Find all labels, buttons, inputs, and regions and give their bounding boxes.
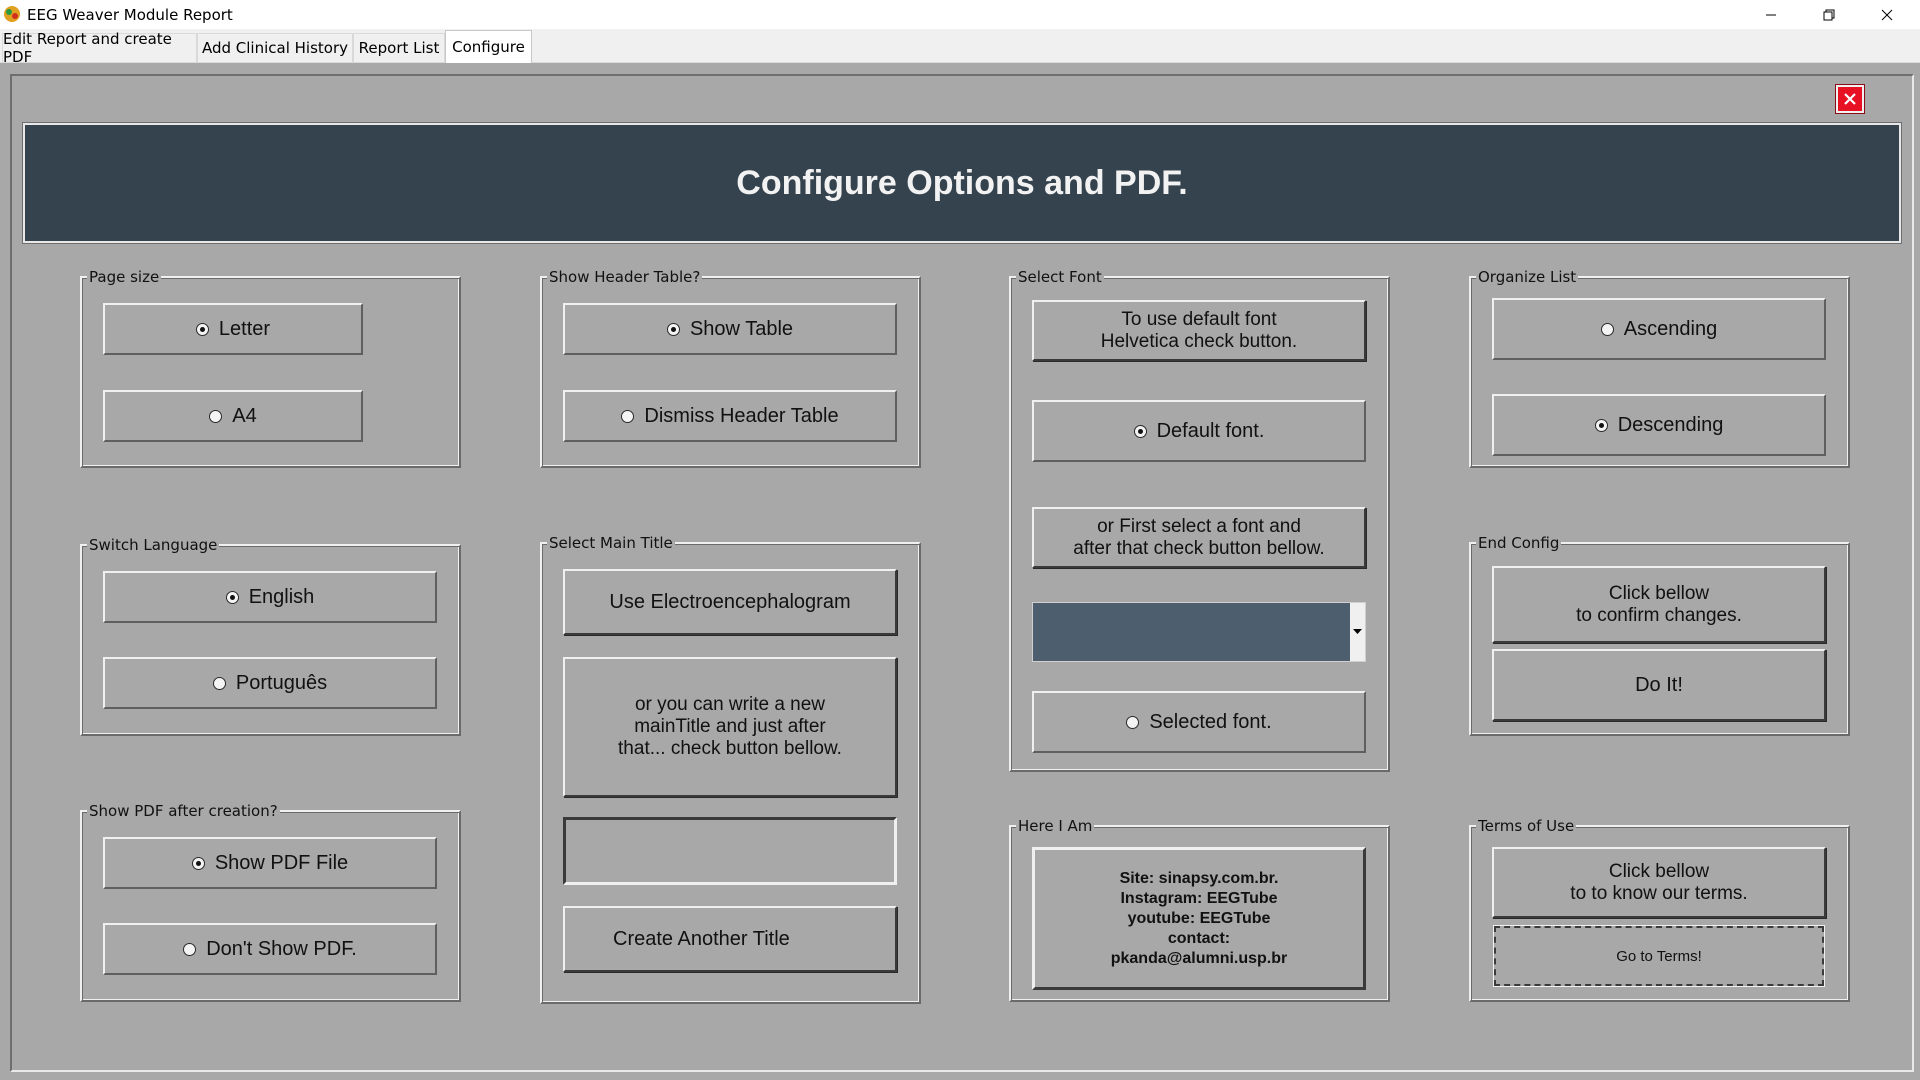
radio-label: Don't Show PDF. bbox=[206, 937, 357, 960]
use-electroencephalogram-button[interactable]: Use Electroencephalogram bbox=[563, 569, 897, 635]
group-label: Terms of Use bbox=[1476, 817, 1577, 835]
panel-close-button[interactable] bbox=[1835, 84, 1865, 114]
here-i-am-group: Here I Am Site: sinapsy.com.br. Instagra… bbox=[1009, 817, 1390, 1002]
page-size-group: Page size Letter A4 bbox=[80, 268, 461, 468]
radio-label: Dismiss Header Table bbox=[644, 404, 839, 427]
go-to-terms-button[interactable]: Go to Terms! bbox=[1493, 925, 1825, 987]
group-label: Organize List bbox=[1476, 268, 1579, 286]
tab-clinical-history[interactable]: Add Clinical History bbox=[197, 33, 353, 62]
radio-label: Português bbox=[235, 671, 328, 694]
radio-dismiss-header-table[interactable]: Dismiss Header Table bbox=[563, 390, 897, 442]
confirm-changes-info: Click bellow to confirm changes. bbox=[1492, 566, 1826, 643]
default-font-info: To use default font Helvetica check butt… bbox=[1032, 300, 1366, 361]
radio-indicator bbox=[1133, 424, 1147, 438]
terms-of-use-group: Terms of Use Click bellow to to know our… bbox=[1469, 817, 1850, 1002]
group-label: End Config bbox=[1476, 534, 1562, 552]
email-text: pkanda@alumni.usp.br bbox=[1110, 949, 1288, 967]
app-logo-icon bbox=[4, 6, 20, 22]
radio-selected-font[interactable]: Selected font. bbox=[1032, 691, 1366, 753]
minimize-icon bbox=[1766, 14, 1776, 15]
minimize-button[interactable] bbox=[1742, 0, 1800, 29]
header-table-group: Show Header Table? Show Table Dismiss He… bbox=[540, 268, 921, 468]
main-title-group: Select Main Title Use Electroencephalogr… bbox=[540, 534, 921, 1004]
site-text: Site: sinapsy.com.br. bbox=[1119, 869, 1279, 887]
close-icon bbox=[1844, 93, 1856, 105]
header-banner: Configure Options and PDF. bbox=[22, 122, 1902, 244]
radio-indicator bbox=[621, 409, 635, 423]
radio-indicator bbox=[666, 322, 680, 336]
page-title: Configure Options and PDF. bbox=[736, 163, 1188, 202]
select-font-group: Select Font To use default font Helvetic… bbox=[1009, 268, 1390, 772]
dropdown-button[interactable] bbox=[1350, 603, 1365, 661]
group-label: Page size bbox=[87, 268, 162, 286]
radio-label: Default font. bbox=[1156, 419, 1265, 442]
radio-indicator bbox=[209, 409, 223, 423]
tab-report-list[interactable]: Report List bbox=[353, 33, 445, 62]
window-close-button[interactable] bbox=[1858, 0, 1916, 29]
window-titlebar: EEG Weaver Module Report bbox=[0, 0, 1920, 29]
radio-ascending[interactable]: Ascending bbox=[1492, 298, 1826, 360]
window-title: EEG Weaver Module Report bbox=[27, 6, 233, 24]
configure-panel: Configure Options and PDF. Page size Let… bbox=[0, 63, 1920, 1080]
radio-english[interactable]: English bbox=[103, 571, 437, 623]
contact-label: contact: bbox=[1167, 929, 1231, 947]
radio-a4[interactable]: A4 bbox=[103, 390, 363, 442]
select-font-info: or First select a font and after that ch… bbox=[1032, 507, 1366, 568]
radio-label: Show PDF File bbox=[214, 851, 349, 874]
main-title-input[interactable] bbox=[563, 817, 897, 885]
group-label: Show Header Table? bbox=[547, 268, 703, 286]
do-it-button[interactable]: Do It! bbox=[1492, 649, 1826, 721]
terms-info: Click bellow to to know our terms. bbox=[1492, 847, 1826, 918]
radio-label: Show Table bbox=[689, 317, 794, 340]
group-label: Select Main Title bbox=[547, 534, 675, 552]
font-select-combobox[interactable] bbox=[1032, 602, 1366, 662]
radio-dont-show-pdf[interactable]: Don't Show PDF. bbox=[103, 923, 437, 975]
tab-strip: Edit Report and create PDF Add Clinical … bbox=[0, 29, 1920, 66]
restore-button[interactable] bbox=[1800, 0, 1858, 29]
radio-portugues[interactable]: Português bbox=[103, 657, 437, 709]
close-icon bbox=[1881, 9, 1893, 20]
radio-indicator bbox=[1126, 715, 1140, 729]
radio-indicator bbox=[195, 322, 209, 336]
radio-label: Descending bbox=[1617, 413, 1724, 436]
group-label: Here I Am bbox=[1016, 817, 1095, 835]
show-pdf-group: Show PDF after creation? Show PDF File D… bbox=[80, 802, 461, 1002]
main-title-info: or you can write a new mainTitle and jus… bbox=[563, 657, 897, 797]
radio-indicator bbox=[225, 590, 239, 604]
instagram-text: Instagram: EEGTube bbox=[1120, 889, 1278, 907]
radio-show-pdf[interactable]: Show PDF File bbox=[103, 837, 437, 889]
radio-indicator bbox=[1600, 322, 1614, 336]
radio-indicator bbox=[212, 676, 226, 690]
radio-default-font[interactable]: Default font. bbox=[1032, 400, 1366, 462]
youtube-text: youtube: EEGTube bbox=[1127, 909, 1271, 927]
organize-list-group: Organize List Ascending Descending bbox=[1469, 268, 1850, 468]
radio-letter[interactable]: Letter bbox=[103, 303, 363, 355]
radio-show-table[interactable]: Show Table bbox=[563, 303, 897, 355]
end-config-group: End Config Click bellow to confirm chang… bbox=[1469, 534, 1850, 736]
group-label: Select Font bbox=[1016, 268, 1104, 286]
radio-indicator bbox=[183, 942, 197, 956]
radio-label: A4 bbox=[232, 404, 257, 427]
group-label: Show PDF after creation? bbox=[87, 802, 280, 820]
radio-label: Letter bbox=[218, 317, 271, 340]
language-group: Switch Language English Português bbox=[80, 536, 461, 736]
tab-configure[interactable]: Configure bbox=[445, 30, 532, 63]
radio-indicator bbox=[191, 856, 205, 870]
radio-descending[interactable]: Descending bbox=[1492, 394, 1826, 456]
restore-icon bbox=[1823, 9, 1835, 20]
radio-indicator bbox=[1594, 418, 1608, 432]
create-another-title-button[interactable]: Create Another Title bbox=[563, 906, 897, 972]
radio-label: Ascending bbox=[1623, 317, 1718, 340]
contact-info-box: Site: sinapsy.com.br. Instagram: EEGTube… bbox=[1032, 847, 1366, 990]
tab-edit-report[interactable]: Edit Report and create PDF bbox=[2, 30, 197, 66]
radio-label: English bbox=[248, 585, 315, 608]
chevron-down-icon bbox=[1353, 629, 1362, 634]
group-label: Switch Language bbox=[87, 536, 220, 554]
radio-label: Selected font. bbox=[1149, 710, 1272, 733]
